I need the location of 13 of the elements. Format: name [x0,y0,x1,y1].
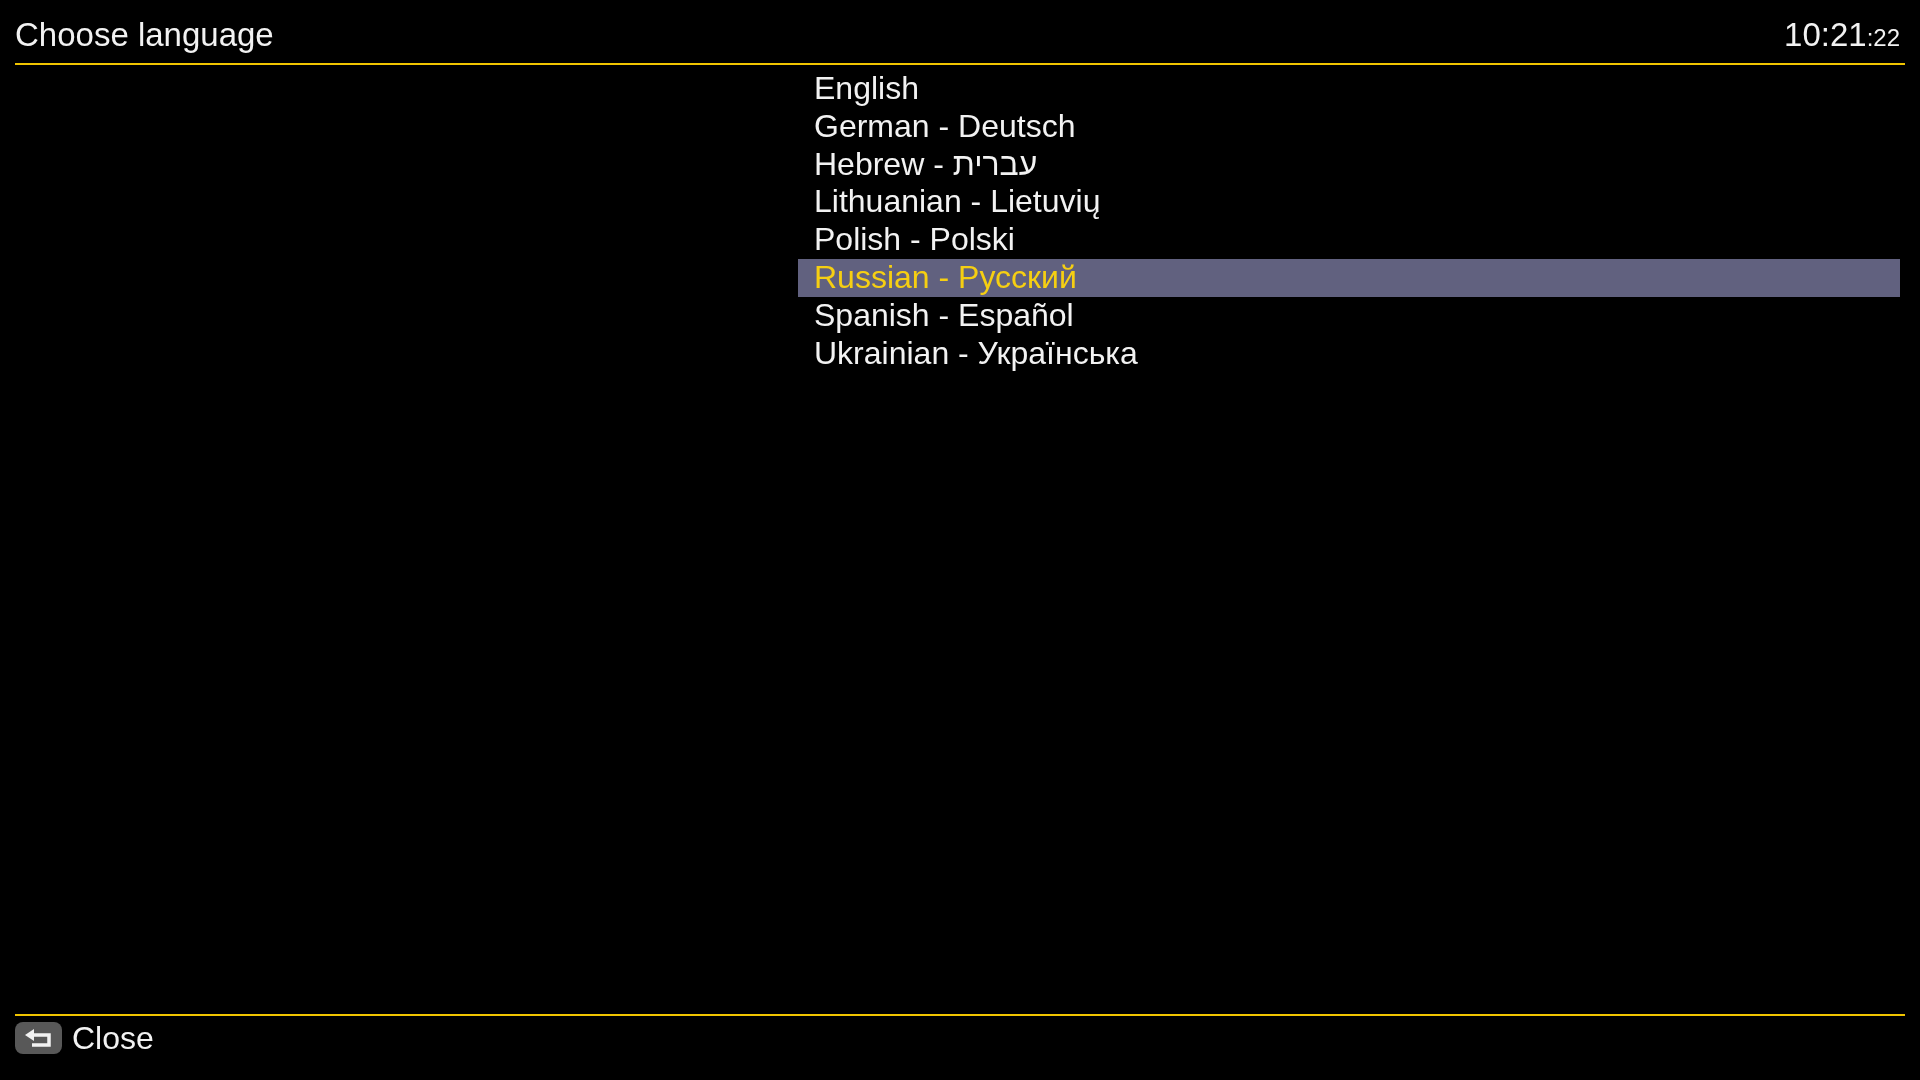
screen-title: Choose language [15,16,274,54]
close-button[interactable]: Close [15,1022,154,1054]
language-item[interactable]: Spanish - Español [798,296,1900,335]
language-item[interactable]: Ukrainian - Українська [798,334,1900,373]
language-item[interactable]: Russian - Русский [798,259,1900,297]
clock-seconds: :22 [1866,23,1900,53]
language-item[interactable]: Polish - Polski [798,221,1900,259]
clock-time: 10:21 [1784,16,1867,54]
language-item[interactable]: Hebrew - עברית [798,145,1900,184]
back-key-icon [15,1022,62,1054]
language-item[interactable]: English [798,70,1900,108]
language-item[interactable]: Lithuanian - Lietuvių [798,183,1900,222]
language-item[interactable]: German - Deutsch [798,107,1900,146]
